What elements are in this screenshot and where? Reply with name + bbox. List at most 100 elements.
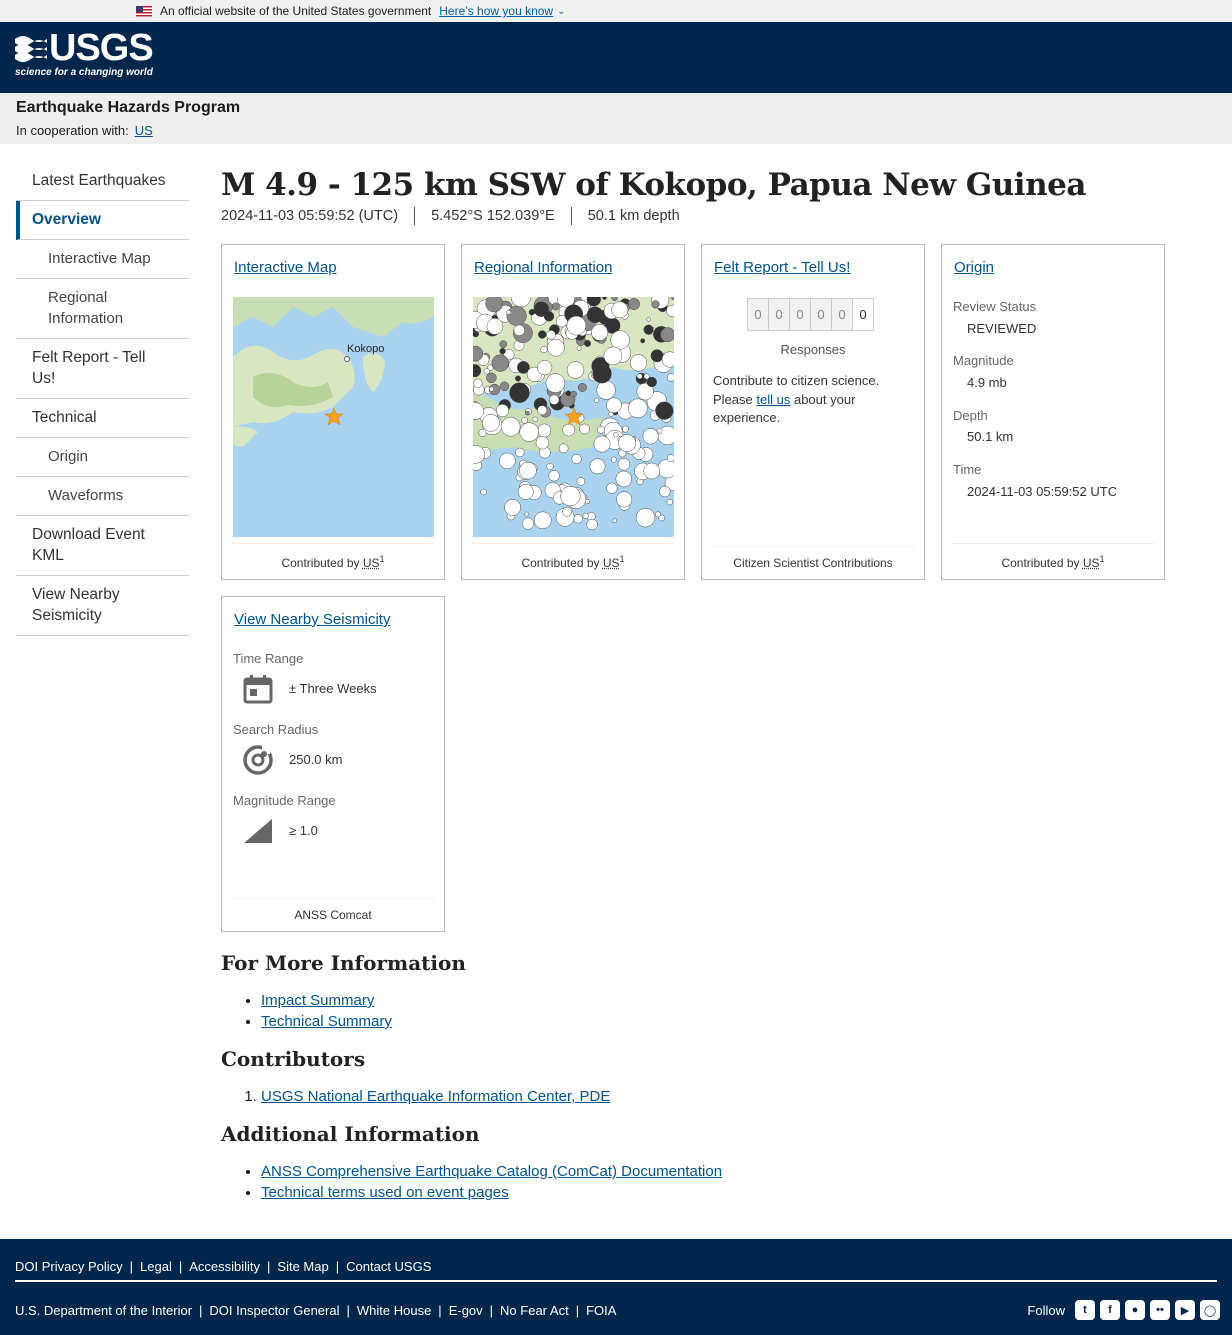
- nearby-seismicity-link[interactable]: View Nearby Seismicity: [234, 611, 390, 628]
- twitter-icon[interactable]: t: [1075, 1300, 1095, 1320]
- regional-seismicity-map: [473, 297, 674, 537]
- instagram-icon[interactable]: ◯: [1200, 1300, 1220, 1320]
- divider: |: [346, 1303, 350, 1318]
- magnitude-range-value: ≥ 1.0: [289, 823, 318, 838]
- regional-map-thumbnail[interactable]: [473, 297, 674, 537]
- github-icon[interactable]: ●: [1125, 1300, 1145, 1320]
- tell-us-link[interactable]: tell us: [756, 392, 790, 407]
- list-item: ANSS Comprehensive Earthquake Catalog (C…: [261, 1161, 1021, 1182]
- regional-information-card[interactable]: Regional Information Contributed by US1: [461, 244, 685, 580]
- impact-summary-link[interactable]: Impact Summary: [261, 992, 374, 1009]
- magnitude-range-label: Magnitude Range: [233, 793, 336, 808]
- seismicity-event-marker: [589, 458, 606, 475]
- search-radius-label: Search Radius: [233, 722, 319, 737]
- footer-link-sitemap[interactable]: Site Map: [277, 1259, 328, 1274]
- divider: |: [335, 1259, 340, 1274]
- sidebar-item-felt-report[interactable]: Felt Report - Tell Us!: [16, 339, 189, 399]
- footer-link-nofear[interactable]: No Fear Act: [500, 1303, 569, 1318]
- program-bar: Earthquake Hazards Program In cooperatio…: [0, 93, 1232, 144]
- program-title[interactable]: Earthquake Hazards Program: [16, 98, 1216, 118]
- sidebar-item-interactive-map[interactable]: Interactive Map: [16, 240, 189, 279]
- seismicity-event-marker: [636, 373, 643, 380]
- seismicity-event-marker: [646, 317, 651, 322]
- seismicity-event-marker: [573, 514, 583, 524]
- footer-link-doi[interactable]: U.S. Department of the Interior: [15, 1303, 192, 1318]
- seismicity-event-marker: [571, 453, 582, 465]
- divider: |: [575, 1303, 580, 1318]
- nearby-seismicity-card[interactable]: View Nearby Seismicity Time Range ± Thre…: [221, 596, 445, 932]
- coop-link-us[interactable]: US: [135, 123, 153, 138]
- sidebar-item-download-kml[interactable]: Download Event KML: [16, 516, 189, 576]
- footnote-ref: 1: [379, 554, 385, 564]
- time-label: Time: [953, 462, 982, 477]
- seismicity-event-marker: [611, 301, 629, 319]
- footer-link-whitehouse[interactable]: White House: [357, 1303, 431, 1318]
- contributor-abbr[interactable]: US: [603, 556, 620, 570]
- usgs-logo[interactable]: USGS science for a changing world: [15, 27, 154, 81]
- regional-information-link[interactable]: Regional Information: [474, 259, 612, 276]
- contributor-abbr[interactable]: US: [1083, 556, 1100, 570]
- contributor-abbr[interactable]: US: [363, 556, 380, 570]
- origin-link[interactable]: Origin: [954, 259, 994, 276]
- additional-info-heading: Additional Information: [221, 1122, 480, 1146]
- how-you-know-link[interactable]: Here’s how you know: [439, 4, 553, 18]
- technical-terms-link[interactable]: Technical terms used on event pages: [261, 1184, 509, 1201]
- seismicity-event-marker: [491, 354, 509, 372]
- seismicity-event-marker: [485, 297, 504, 313]
- sidebar-item-overview[interactable]: Overview: [16, 201, 189, 240]
- footer-link-accessibility[interactable]: Accessibility: [189, 1259, 260, 1274]
- seismicity-event-marker: [606, 397, 622, 414]
- seismicity-event-marker: [570, 390, 577, 398]
- counter-digit: 0: [789, 298, 811, 331]
- seismicity-event-marker: [612, 518, 618, 523]
- facebook-icon[interactable]: f: [1100, 1300, 1120, 1320]
- footer-link-foia[interactable]: FOIA: [586, 1303, 616, 1318]
- seismicity-event-marker: [537, 405, 548, 416]
- comcat-docs-link[interactable]: ANSS Comprehensive Earthquake Catalog (C…: [261, 1163, 722, 1180]
- event-depth: 50.1 km depth: [587, 208, 680, 224]
- contributor-link-neic[interactable]: USGS National Earthquake Information Cen…: [261, 1088, 610, 1105]
- sidebar-item-nearby-seismicity[interactable]: View Nearby Seismicity: [16, 576, 189, 636]
- seismicity-event-marker: [524, 511, 529, 517]
- flickr-icon[interactable]: ••: [1150, 1300, 1170, 1320]
- seismicity-event-marker: [500, 416, 521, 437]
- sidebar-item-technical[interactable]: Technical: [16, 399, 189, 438]
- seismicity-event-marker: [517, 483, 534, 500]
- seismicity-event-marker: [618, 434, 636, 452]
- seismicity-event-marker: [643, 324, 654, 335]
- card-footer: Citizen Scientist Contributions: [712, 545, 914, 570]
- sidebar-item-latest-earthquakes[interactable]: Latest Earthquakes: [16, 162, 189, 201]
- footer-link-egov[interactable]: E-gov: [449, 1303, 483, 1318]
- seismicity-event-marker: [610, 456, 617, 463]
- felt-report-card[interactable]: Felt Report - Tell Us! 0 0 0 0 0 0 Respo…: [701, 244, 925, 580]
- seismicity-event-marker: [577, 383, 587, 392]
- interactive-map-card[interactable]: Interactive Map Kokopo Contributed by US…: [221, 244, 445, 580]
- footer-link-inspector[interactable]: DOI Inspector General: [209, 1303, 339, 1318]
- origin-card[interactable]: Origin Review Status REVIEWED Magnitude …: [941, 244, 1165, 580]
- technical-summary-link[interactable]: Technical Summary: [261, 1013, 392, 1030]
- map-city-label: Kokopo: [347, 343, 385, 355]
- seismicity-event-marker: [560, 486, 581, 507]
- footer-link-privacy[interactable]: DOI Privacy Policy: [15, 1259, 123, 1274]
- footer-link-legal[interactable]: Legal: [140, 1259, 172, 1274]
- sidebar-item-waveforms[interactable]: Waveforms: [16, 477, 189, 516]
- interactive-map-link[interactable]: Interactive Map: [234, 259, 337, 276]
- interactive-map-thumbnail[interactable]: Kokopo: [233, 297, 434, 537]
- youtube-icon[interactable]: ▶: [1175, 1300, 1195, 1320]
- sidebar-item-regional-information[interactable]: Regional Information: [16, 279, 189, 339]
- seismicity-event-marker: [586, 518, 598, 531]
- seismicity-event-marker: [499, 348, 506, 355]
- seismicity-event-marker: [651, 300, 660, 309]
- seismicity-event-marker: [521, 417, 528, 424]
- footer-link-contact[interactable]: Contact USGS: [346, 1259, 431, 1274]
- calendar-icon: [243, 675, 273, 704]
- seismicity-event-marker: [473, 378, 483, 388]
- seismicity-event-marker: [603, 346, 623, 366]
- list-item: USGS National Earthquake Information Cen…: [261, 1086, 1021, 1107]
- chevron-down-icon[interactable]: ⌄: [557, 6, 565, 17]
- follow-label: Follow: [1027, 1302, 1065, 1318]
- sidebar-item-origin[interactable]: Origin: [16, 438, 189, 477]
- felt-report-link[interactable]: Felt Report - Tell Us!: [714, 259, 850, 276]
- seismicity-event-marker: [551, 302, 560, 311]
- seismicity-event-marker: [549, 394, 560, 405]
